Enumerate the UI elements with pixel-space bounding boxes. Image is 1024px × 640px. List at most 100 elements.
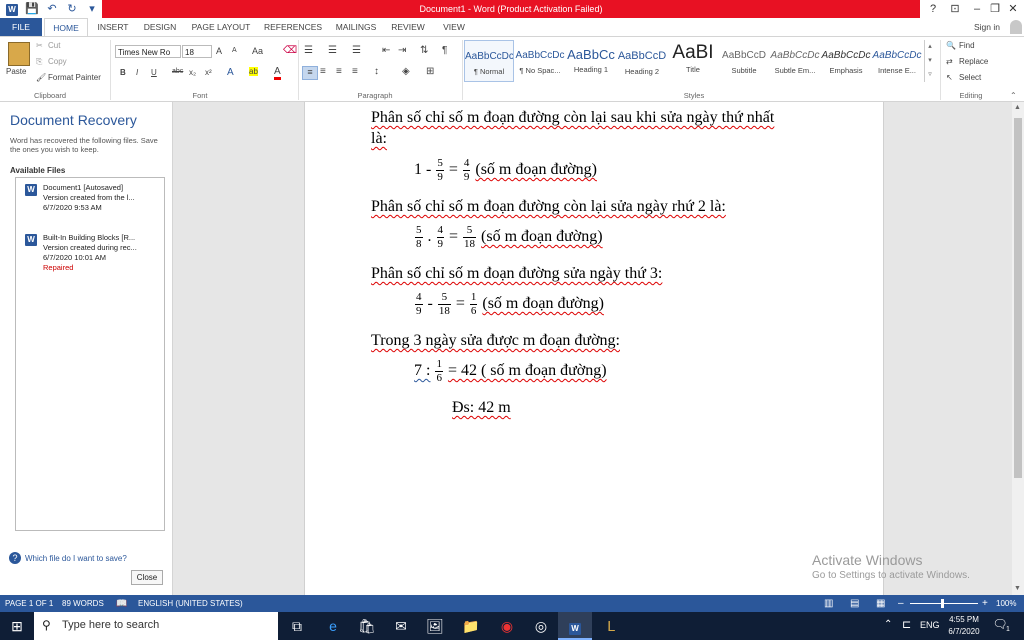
style-subtitle[interactable]: AaBbCcD Subtitle [719,40,769,82]
underline-button[interactable]: U [151,68,157,77]
font-color-button[interactable]: A [274,66,281,80]
tab-home[interactable]: HOME [44,18,88,36]
increase-indent-icon[interactable]: ⇥ [398,45,406,56]
styles-scroll-icon[interactable]: ▴ ▾ ▿ [924,40,935,82]
zoom-slider[interactable] [910,603,978,604]
sort-icon[interactable]: ⇅ [420,45,428,56]
scroll-up-icon[interactable]: ▲ [1014,104,1021,111]
multilevel-list-icon[interactable]: ☰ [352,45,361,56]
subscript-button[interactable]: x₂ [189,68,196,77]
collapse-ribbon-icon[interactable]: ⌃ [1010,91,1017,100]
show-formatting-icon[interactable]: ¶ [442,45,447,56]
font-name-combo[interactable]: Times New Ro [115,45,181,58]
style-heading-2[interactable]: AaBbCcD Heading 2 [617,40,667,82]
numbering-icon[interactable]: ☰ [328,45,337,56]
tab-review[interactable]: REVIEW [386,18,430,36]
league-app-icon[interactable]: Ⅼ [594,612,628,640]
copy-icon[interactable]: ⎘ [36,57,42,67]
select-button[interactable]: Select [959,73,981,82]
highlight-button[interactable]: ab [249,67,258,76]
word-app-icon[interactable]: W [4,1,20,17]
save-icon[interactable]: 💾 [24,1,40,17]
shading-icon[interactable]: ◈ [402,66,410,77]
ribbon-display-button[interactable]: ⊡ [944,0,966,18]
decrease-indent-icon[interactable]: ⇤ [382,45,390,56]
text-effects-button[interactable]: A [227,67,234,78]
cut-button[interactable]: Cut [48,41,60,50]
style-title[interactable]: AaBI Title [668,40,718,82]
style-intense-emphasis[interactable]: AaBbCcDc Intense E... [872,40,922,82]
align-left-icon[interactable]: ≡ [302,66,318,80]
proofing-icon[interactable]: 📖 [116,595,127,612]
format-painter-icon[interactable]: 🖌 [36,73,46,82]
grow-font-button[interactable]: A [216,46,222,56]
select-icon[interactable]: ↖ [946,73,953,82]
garena-app-icon[interactable]: ◉ [490,612,524,640]
tab-file[interactable]: FILE [0,18,42,36]
strikethrough-button[interactable]: abc [172,68,183,75]
change-case-button[interactable]: Aa [252,46,263,56]
font-size-combo[interactable]: 18 [182,45,212,58]
zoom-slider-thumb[interactable] [941,599,944,608]
word-taskbar-icon[interactable]: W [558,612,592,640]
replace-icon[interactable]: ⇄ [946,57,953,66]
undo-icon[interactable]: ↶ [44,1,60,17]
style-normal[interactable]: AaBbCcDc ¶ Normal [464,40,514,82]
sign-in-link[interactable]: Sign in [962,18,1012,36]
copy-button[interactable]: Copy [48,57,67,66]
task-view-icon[interactable]: ⧉ [280,612,314,640]
help-button[interactable]: ? [922,0,944,18]
page-count[interactable]: PAGE 1 OF 1 [5,595,53,612]
close-recovery-button[interactable]: Close [131,570,163,585]
italic-button[interactable]: I [136,68,138,77]
user-avatar[interactable] [1010,20,1022,34]
style-emphasis[interactable]: AaBbCcDc Emphasis [821,40,871,82]
tab-view[interactable]: VIEW [434,18,474,36]
tab-references[interactable]: REFERENCES [260,18,326,36]
scroll-down-icon[interactable]: ▼ [1014,585,1021,592]
chrome-icon[interactable]: ◎ [524,612,558,640]
web-layout-icon[interactable]: ▦ [876,595,885,612]
network-icon[interactable]: ⊏ [902,618,911,631]
style-no-spacing[interactable]: AaBbCcDc ¶ No Spac... [515,40,565,82]
style-heading-1[interactable]: AaBbCc Heading 1 [566,40,616,82]
justify-icon[interactable]: ≡ [352,66,358,77]
superscript-button[interactable]: x² [205,68,212,77]
tab-insert[interactable]: INSERT [92,18,134,36]
tab-design[interactable]: DESIGN [138,18,182,36]
zoom-level[interactable]: 100% [996,595,1016,612]
bullets-icon[interactable]: ☰ [304,45,313,56]
store-icon[interactable]: 🛍 [350,612,384,640]
windows-start-icon[interactable]: ⊞ [0,612,34,640]
recovered-file-item[interactable]: Document1 [Autosaved] Version created fr… [43,183,161,213]
find-button[interactable]: Find [959,41,975,50]
paste-icon[interactable] [8,42,30,66]
customize-qat-icon[interactable]: ▾ [84,1,100,17]
edge-browser-icon[interactable]: e [316,612,350,640]
clear-format-icon[interactable]: ⌫ [283,45,297,56]
zoom-in-icon[interactable]: + [982,595,988,612]
word-count[interactable]: 89 WORDS [62,595,104,612]
style-subtle-emphasis[interactable]: AaBbCcDc Subtle Em... [770,40,820,82]
language-status[interactable]: ENGLISH (UNITED STATES) [138,595,243,612]
format-painter-button[interactable]: Format Painter [48,73,101,82]
read-mode-icon[interactable]: ▥ [824,595,833,612]
print-layout-icon[interactable]: ▤ [850,595,859,612]
scrollbar-thumb[interactable] [1014,118,1022,478]
input-language[interactable]: ENG [920,620,940,630]
borders-icon[interactable]: ⊞ [426,66,434,77]
tab-mailings[interactable]: MAILINGS [330,18,382,36]
shrink-font-button[interactable]: A [232,47,237,54]
line-spacing-icon[interactable]: ↕ [374,66,379,77]
redo-icon[interactable]: ↻ [64,1,80,17]
close-button[interactable]: ✕ [1002,0,1024,18]
mail-icon[interactable]: ✉ [384,612,418,640]
file-explorer-icon[interactable]: 📁 [454,612,488,640]
replace-button[interactable]: Replace [959,57,988,66]
paste-button[interactable]: Paste [6,67,26,76]
photos-icon[interactable]: 🖼 [418,612,452,640]
show-hidden-icons[interactable]: ⌃ [884,619,892,630]
bold-button[interactable]: B [120,68,126,77]
taskbar-clock[interactable]: 4:55 PM 6/7/2020 [946,614,982,638]
which-file-help-link[interactable]: Which file do I want to save? [25,554,127,563]
